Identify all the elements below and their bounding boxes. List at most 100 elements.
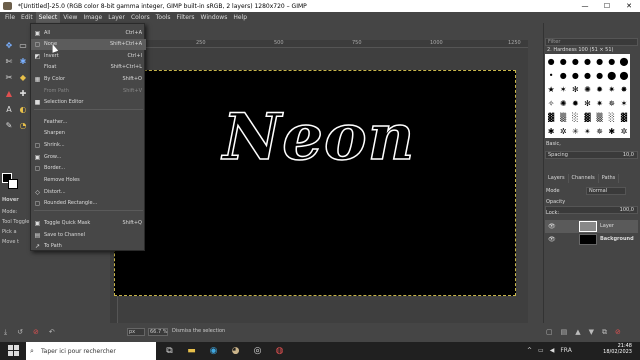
zoom-selector[interactable]: 66.7 % — [148, 328, 168, 336]
select-menu-item-selection-editor[interactable]: ■ Selection Editor — [31, 97, 146, 108]
select-menu-item-rounded-rectangle[interactable]: ▢ Rounded Rectangle... — [31, 198, 146, 209]
spacing-label: Spacing — [548, 152, 568, 158]
chevron-up-icon[interactable]: ^ — [527, 347, 532, 354]
maximize-button[interactable]: ☐ — [596, 0, 618, 12]
taskbar-search-box[interactable]: ⌕ Taper ici pour rechercher — [26, 342, 156, 360]
delete-layer-icon[interactable]: ⊘ — [615, 328, 621, 337]
mode-dropdown[interactable]: Normal — [586, 187, 626, 195]
volume-icon[interactable]: ◀ — [550, 347, 555, 354]
grow-icon: ▣ — [34, 154, 41, 161]
brush-icon: ✸ — [620, 84, 628, 94]
restore-options-icon[interactable]: ↺ — [17, 328, 23, 337]
visibility-eye-icon[interactable]: 👁 — [548, 223, 556, 230]
select-menu-item-save-to-channel[interactable]: ▤ Save to Channel — [31, 230, 146, 241]
menu-tools[interactable]: Tools — [153, 12, 174, 23]
layer-row[interactable]: 👁 Background — [545, 233, 638, 246]
move-tool-icon[interactable]: ✥ — [2, 37, 16, 53]
brush-name: 2. Hardness 100 (51 × 51) — [547, 47, 614, 53]
brush-icon: ● — [571, 56, 579, 66]
spacing-slider[interactable]: Spacing 10,0 — [545, 151, 638, 159]
layer-row[interactable]: 👁 Layer — [545, 220, 638, 233]
select-menu-item-feather[interactable]: Feather... — [31, 117, 146, 128]
brush-icon: ● — [608, 56, 616, 66]
select-menu-item-sharpen[interactable]: Sharpen — [31, 128, 146, 139]
menu-filters[interactable]: Filters — [174, 12, 198, 23]
select-menu-item-distort[interactable]: ◇ Distort... — [31, 187, 146, 198]
bucket-tool-icon[interactable]: ◐ — [16, 101, 30, 117]
network-icon[interactable]: ▭ — [538, 347, 544, 354]
app-icon[interactable]: ◍ — [273, 345, 286, 357]
task-view-icon[interactable]: ⧉ — [163, 345, 176, 357]
menu-item-shortcut: Shift+O — [122, 76, 143, 82]
menu-image[interactable]: Image — [80, 12, 105, 23]
minimize-button[interactable]: — — [574, 0, 596, 12]
new-group-icon[interactable]: ▤ — [561, 328, 568, 337]
unit-selector[interactable]: px — [127, 328, 145, 336]
duplicate-layer-icon[interactable]: ⧉ — [602, 328, 607, 337]
select-menu-item-toggle-quick-mask[interactable]: ▣ Toggle Quick Mask Shift+Q — [31, 218, 146, 229]
windows-start-icon[interactable] — [8, 345, 19, 356]
fuzzy-select-tool-icon[interactable]: ✱ — [16, 53, 30, 69]
menu-help[interactable]: Help — [230, 12, 250, 23]
smudge-tool-icon[interactable]: ◔ — [16, 117, 30, 133]
select-menu-item-invert[interactable]: ◩ Invert Ctrl+I — [31, 51, 146, 62]
tool-options-pick[interactable]: Pick a — [2, 229, 17, 235]
brush-icon: ✶ — [559, 84, 567, 94]
brush-icon: ● — [571, 70, 579, 80]
select-menu-item-all[interactable]: ▣ All Ctrl+A — [31, 28, 146, 39]
menu-layer[interactable]: Layer — [105, 12, 128, 23]
reset-options-icon[interactable]: ↶ — [49, 328, 55, 337]
visibility-eye-icon[interactable]: 👁 — [548, 236, 556, 243]
select-menu-item-remove-holes[interactable]: Remove Holes — [31, 175, 146, 186]
lower-layer-icon[interactable]: ▼ — [589, 328, 594, 337]
select-menu-item-by-color[interactable]: ▦ By Color Shift+O — [31, 74, 146, 85]
brush-icon: ✶ — [620, 98, 628, 108]
obs-icon[interactable]: ◎ — [251, 345, 264, 357]
file-explorer-icon[interactable]: ▬ — [185, 345, 198, 357]
close-button[interactable]: ✕ — [618, 0, 640, 12]
menu-view[interactable]: View — [60, 12, 80, 23]
tab-channels[interactable]: Channels — [569, 174, 599, 183]
menu-item-label: Shrink... — [44, 142, 65, 148]
brush-icon: ✹ — [572, 98, 579, 108]
delete-options-icon[interactable]: ⊘ — [33, 328, 39, 337]
save-channel-icon: ▤ — [34, 232, 41, 239]
select-menu-item-shrink[interactable]: ▢ Shrink... — [31, 140, 146, 151]
brush-preset-tag[interactable]: Basic, — [546, 141, 561, 147]
new-layer-icon[interactable]: ▢ — [546, 328, 553, 337]
rect-select-tool-icon[interactable]: ▭ — [16, 37, 30, 53]
picker-tool-icon[interactable]: ✎ — [2, 117, 16, 133]
crop-tool-icon[interactable]: ✂ — [2, 69, 16, 85]
raise-layer-icon[interactable]: ▲ — [575, 328, 580, 337]
opacity-value: 100,0 — [619, 207, 634, 213]
gimp-taskbar-icon[interactable]: ◕ — [229, 345, 242, 357]
select-menu-item-grow[interactable]: ▣ Grow... — [31, 152, 146, 163]
save-options-icon[interactable]: ⤓ — [4, 328, 7, 337]
free-select-tool-icon[interactable]: ✄ — [2, 53, 16, 69]
heal-tool-icon[interactable]: ✚ — [16, 85, 30, 101]
warp-tool-icon[interactable]: ◆ — [16, 69, 30, 85]
select-menu-item-float[interactable]: Float Shift+Ctrl+L — [31, 62, 146, 73]
menu-file[interactable]: File — [2, 12, 18, 23]
brush-filter-input[interactable]: Filter — [545, 38, 638, 46]
menu-windows[interactable]: Windows — [198, 12, 231, 23]
menu-edit[interactable]: Edit — [18, 12, 36, 23]
brush-icon: ● — [596, 56, 604, 66]
clock[interactable]: 21:48 18/02/2023 — [603, 343, 632, 355]
tab-paths[interactable]: Paths — [599, 174, 620, 183]
language-indicator[interactable]: FRA — [560, 347, 571, 354]
text-tool-icon[interactable]: A — [2, 101, 16, 117]
tool-options-move[interactable]: Move t — [2, 239, 19, 245]
edge-icon[interactable]: ◉ — [207, 345, 220, 357]
tab-layers[interactable]: Layers — [545, 174, 569, 183]
select-menu-item-to-path[interactable]: ↗ To Path — [31, 241, 146, 252]
select-menu-item-border[interactable]: ▢ Border... — [31, 163, 146, 174]
menu-colors[interactable]: Colors — [128, 12, 153, 23]
neon-text: Neon — [222, 99, 416, 176]
menu-item-label: Grow... — [44, 154, 62, 160]
brush-grid[interactable]: ● ● ● ● ● ● ⬤ • ● ● ● ● ⬤ ⬤ ★ ✶ ✻ ✺ ✹ ✷ ✸ ✧ ✺ ✹ ✻ ✷ ✵ ✶ ▓ ▒ ░ ▓ ▒ ░ ▓ … — [545, 54, 630, 138]
select-menu-item-none[interactable]: ▢ None Shift+Ctrl+A — [31, 39, 146, 50]
menu-select[interactable]: Select — [35, 12, 61, 23]
paint-tool-icon[interactable]: ▲ — [2, 85, 16, 101]
background-color-swatch[interactable] — [8, 179, 18, 189]
